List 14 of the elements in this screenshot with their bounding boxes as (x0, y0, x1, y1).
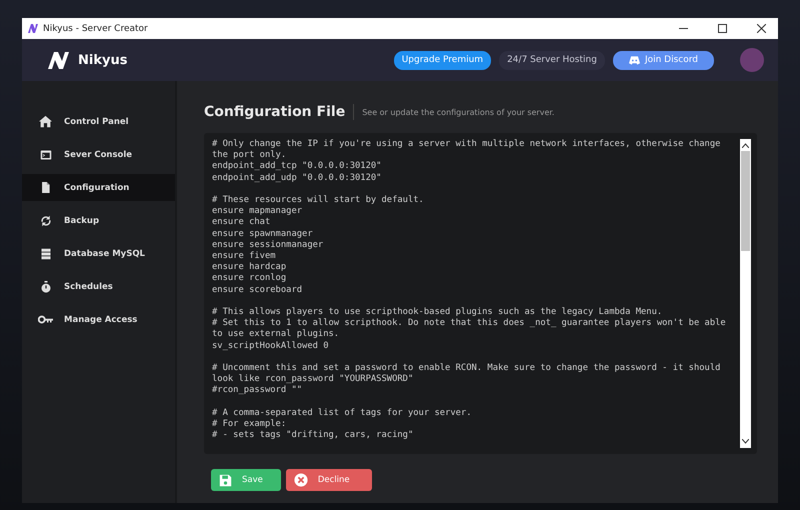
sidebar-item[interactable]: Database MySQL (22, 240, 175, 267)
config-text: # Only change the IP if you're using a server with multiple network interfaces, otherwise change the port only. endpoint_add_tcp "0.0.0.0:30120" endpoint_add_udp "0.0.0.0:30120" # These resources will start by default. ensure mapmanager ensure chat ensure spawnmanager ensure sessionmanager ensure fivem ensure hardcap ensure rconlog ensure scoreboard # This allows players to use scripthook-based plugins such as the legacy Lambda Menu. # Set this to 1 to allow scripthook. Do note that this does _not_ guarantee players won't be able to use external plugins. sv_scriptHookAllowed 0 # Uncomment this and set a password to enable RCON. Make sure to change the password - it should look like rcon_password "YOURPASSWORD" #rcon_password "" # A comma-separated list of tags for your server. # For example: # - sets tags "drifting, cars, racing" (212, 139, 727, 442)
sidebar-item[interactable]: Control Panel (22, 108, 175, 135)
sidebar-item[interactable]: Configuration (22, 174, 175, 201)
sidebar-item[interactable]: Manage Access (22, 306, 175, 333)
sidebar-item[interactable]: Schedules (22, 273, 175, 300)
page-title: Configuration File (204, 104, 354, 120)
sidebar-item[interactable]: Backup (22, 207, 175, 234)
page-subtitle: See or update the configurations of your server. (362, 108, 554, 116)
window-title: Nikyus - Server Creator (43, 24, 149, 34)
decline-button[interactable]: Decline (286, 469, 372, 491)
hosting-button[interactable]: 24/7 Server Hosting (499, 50, 605, 70)
sidebar-item[interactable]: Sever Console (22, 141, 175, 168)
brand-name: Nikyus (78, 52, 128, 68)
